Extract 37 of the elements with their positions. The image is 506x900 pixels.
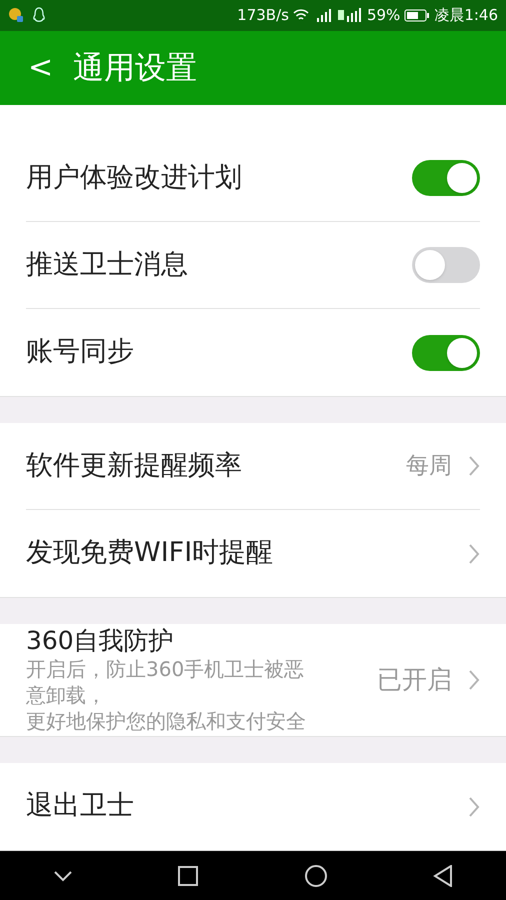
battery-percent: 59% [366, 5, 400, 26]
penguin-icon [32, 7, 46, 24]
setting-description: 开启后，防止360手机卫士被恶 [26, 656, 306, 682]
home-icon[interactable] [304, 864, 328, 888]
page-title: 通用设置 [73, 48, 198, 88]
setting-label: 软件更新提醒频率 [26, 448, 242, 483]
setting-label: 360自我防护 [26, 626, 175, 656]
setting-row[interactable]: 360自我防护 开启后，防止360手机卫士被恶 意卸载， 更好地保护您的隐私和支付安全 已开启 [26, 624, 480, 736]
setting-description: 意卸载， [26, 682, 107, 708]
setting-row[interactable]: 软件更新提醒频率 每周 [26, 423, 480, 510]
setting-label: 账号同步 [26, 335, 134, 370]
wifi-icon [292, 8, 309, 22]
chevron-right-icon [468, 669, 480, 692]
setting-value: 每周 [406, 452, 452, 481]
chevron-right-icon [468, 455, 480, 478]
setting-row[interactable]: 发现免费WIFI时提醒 [26, 510, 480, 598]
toggle-switch[interactable] [412, 334, 480, 371]
chevron-right-icon [468, 542, 480, 565]
setting-label: 退出卫士 [26, 789, 134, 824]
network-speed: 173B/s [237, 5, 289, 26]
back-icon[interactable] [433, 864, 454, 887]
back-button[interactable]: < [28, 53, 54, 84]
app-icon [8, 7, 24, 24]
toggle-switch[interactable] [412, 247, 480, 284]
toggle-switch[interactable] [412, 160, 480, 196]
chevron-right-icon [468, 796, 480, 818]
setting-value: 已开启 [377, 664, 452, 696]
setting-row[interactable]: 退出卫士 [26, 763, 480, 850]
chevron-down-icon[interactable] [52, 870, 73, 882]
clock: 凌晨1:46 [434, 5, 498, 26]
setting-description: 更好地保护您的隐私和支付安全 [26, 708, 307, 734]
signal-icon [336, 8, 363, 22]
battery-icon [404, 8, 430, 22]
square-icon[interactable] [178, 866, 198, 886]
setting-label: 推送卫士消息 [26, 248, 188, 282]
setting-label: 发现免费WIFI时提醒 [26, 536, 274, 570]
setting-label: 用户体验改进计划 [26, 160, 242, 195]
